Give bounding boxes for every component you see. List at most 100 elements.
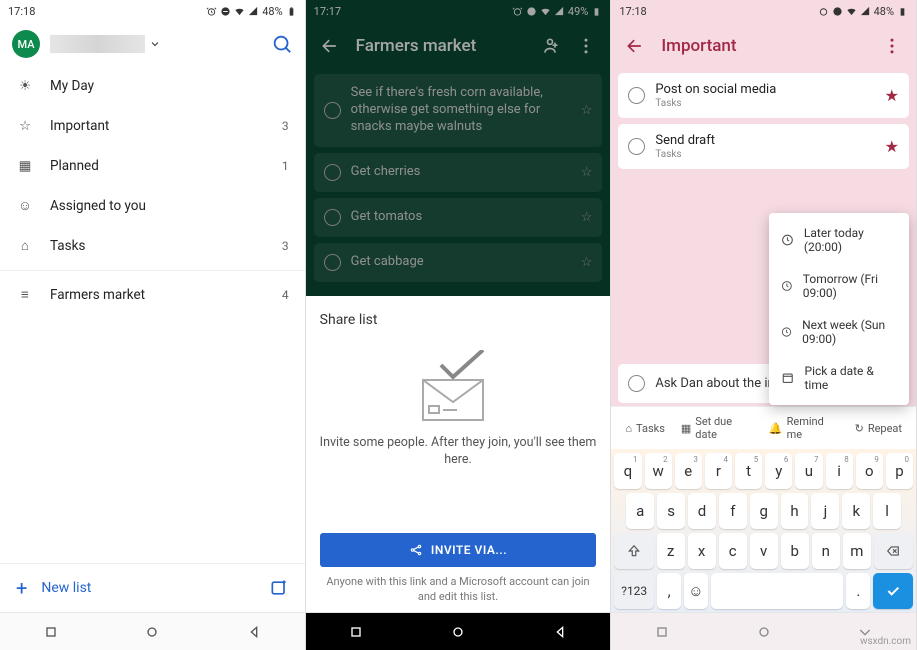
- tool-due-date[interactable]: ▦Set due date: [673, 415, 761, 441]
- star-icon[interactable]: ★: [885, 137, 899, 156]
- nav-recents-icon[interactable]: [43, 624, 59, 640]
- key-p[interactable]: p0: [886, 453, 913, 489]
- nav-home-icon[interactable]: [144, 624, 160, 640]
- smartlist-assigned[interactable]: ☺Assigned to you: [0, 186, 305, 226]
- key-t[interactable]: t5: [735, 453, 762, 489]
- task-item[interactable]: Get cherries☆: [314, 153, 603, 192]
- tool-tasks[interactable]: ⌂Tasks: [617, 422, 673, 435]
- nav-home-icon[interactable]: [450, 624, 466, 640]
- smartlist-planned[interactable]: ▦Planned1: [0, 146, 305, 186]
- account-name-redacted: [50, 35, 145, 53]
- key-backspace[interactable]: [874, 533, 913, 569]
- key-q[interactable]: q1: [614, 453, 641, 489]
- invite-via-button[interactable]: INVITE VIA...: [320, 533, 597, 567]
- invite-illustration: Invite some people. After they join, you…: [320, 342, 597, 522]
- envelope-check-icon: [413, 350, 503, 430]
- checkbox-icon[interactable]: [628, 87, 645, 104]
- key-b[interactable]: b: [781, 533, 809, 569]
- more-icon[interactable]: [882, 36, 902, 56]
- key-comma[interactable]: ,: [657, 573, 681, 609]
- task-item[interactable]: Send draftTasks ★: [618, 124, 909, 169]
- back-arrow-icon[interactable]: [625, 36, 645, 56]
- more-icon[interactable]: [576, 36, 596, 56]
- popup-tomorrow[interactable]: Tomorrow (Fri 09:00): [769, 263, 909, 309]
- nav-recents-icon[interactable]: [348, 624, 364, 640]
- key-enter[interactable]: [873, 573, 913, 609]
- account-name[interactable]: [50, 35, 261, 53]
- popup-later-today[interactable]: Later today (20:00): [769, 217, 909, 263]
- plus-icon[interactable]: +: [16, 578, 27, 598]
- smartlist-myday[interactable]: ☀My Day: [0, 66, 305, 106]
- search-icon[interactable]: [271, 33, 293, 55]
- star-icon[interactable]: ☆: [581, 103, 593, 118]
- avatar[interactable]: MA: [12, 30, 40, 58]
- task-item[interactable]: Get tomatos☆: [314, 198, 603, 237]
- new-list-button[interactable]: New list: [41, 580, 91, 596]
- new-group-icon[interactable]: [269, 578, 289, 598]
- battery-icon: [591, 6, 602, 17]
- smartlist-tasks[interactable]: ⌂Tasks3: [0, 226, 305, 266]
- share-icon[interactable]: [540, 36, 560, 56]
- key-i[interactable]: i8: [826, 453, 853, 489]
- checkbox-icon[interactable]: [628, 138, 645, 155]
- key-u[interactable]: u7: [795, 453, 822, 489]
- screen-share-list: 17:17 49% Farmers market See if there's …: [306, 0, 612, 650]
- checkbox-icon[interactable]: [324, 102, 341, 119]
- key-a[interactable]: a: [626, 493, 654, 529]
- list-farmers-market[interactable]: ≡Farmers market4: [0, 275, 305, 315]
- key-c[interactable]: c: [719, 533, 747, 569]
- key-x[interactable]: x: [688, 533, 716, 569]
- nav-home-icon[interactable]: [756, 624, 772, 640]
- account-header[interactable]: MA: [0, 22, 305, 66]
- key-y[interactable]: y6: [765, 453, 792, 489]
- key-v[interactable]: v: [750, 533, 778, 569]
- star-icon[interactable]: ☆: [581, 165, 593, 180]
- task-item[interactable]: See if there's fresh corn available, oth…: [314, 74, 603, 147]
- key-period[interactable]: .: [846, 573, 870, 609]
- task-item[interactable]: Post on social mediaTasks ★: [618, 73, 909, 118]
- popup-nextweek[interactable]: Next week (Sun 09:00): [769, 309, 909, 355]
- battery-icon: [897, 6, 908, 17]
- clock: 17:17: [314, 5, 341, 18]
- key-n[interactable]: n: [812, 533, 840, 569]
- key-space[interactable]: [711, 573, 844, 609]
- checkbox-icon[interactable]: [324, 254, 341, 271]
- key-l[interactable]: l: [873, 493, 901, 529]
- key-h[interactable]: h: [781, 493, 809, 529]
- key-m[interactable]: m: [843, 533, 871, 569]
- task-item[interactable]: Get cabbage☆: [314, 243, 603, 282]
- key-o[interactable]: o9: [856, 453, 883, 489]
- checkbox-icon[interactable]: [324, 209, 341, 226]
- nav-recents-icon[interactable]: [654, 624, 670, 640]
- popup-pickdate[interactable]: Pick a date & time: [769, 355, 909, 401]
- key-j[interactable]: j: [811, 493, 839, 529]
- key-emoji[interactable]: ☺: [684, 573, 708, 609]
- checkbox-icon[interactable]: [324, 164, 341, 181]
- nav-back-icon[interactable]: [246, 624, 262, 640]
- tool-repeat[interactable]: ↻Repeat: [847, 422, 910, 435]
- tool-remind[interactable]: 🔔Remind me: [761, 415, 847, 441]
- back-arrow-icon[interactable]: [320, 36, 340, 56]
- clock-icon: [781, 279, 793, 293]
- screen-lists: 17:18 48% MA ☀My Day ☆Important3 ▦Planne…: [0, 0, 306, 650]
- dnd-icon: [832, 6, 843, 17]
- star-icon: ☆: [16, 117, 34, 135]
- checkbox-icon[interactable]: [628, 375, 645, 392]
- nav-back-icon[interactable]: [552, 624, 568, 640]
- key-s[interactable]: s: [657, 493, 685, 529]
- key-numbers[interactable]: ?123: [614, 573, 654, 609]
- key-k[interactable]: k: [842, 493, 870, 529]
- key-r[interactable]: r4: [705, 453, 732, 489]
- smartlist-important[interactable]: ☆Important3: [0, 106, 305, 146]
- status-icons: 48%: [206, 5, 296, 18]
- key-w[interactable]: w2: [645, 453, 672, 489]
- star-icon[interactable]: ★: [885, 86, 899, 105]
- key-g[interactable]: g: [750, 493, 778, 529]
- star-icon[interactable]: ☆: [581, 255, 593, 270]
- key-f[interactable]: f: [719, 493, 747, 529]
- key-z[interactable]: z: [657, 533, 685, 569]
- key-d[interactable]: d: [688, 493, 716, 529]
- key-e[interactable]: e3: [675, 453, 702, 489]
- key-shift[interactable]: [614, 533, 653, 569]
- star-icon[interactable]: ☆: [581, 210, 593, 225]
